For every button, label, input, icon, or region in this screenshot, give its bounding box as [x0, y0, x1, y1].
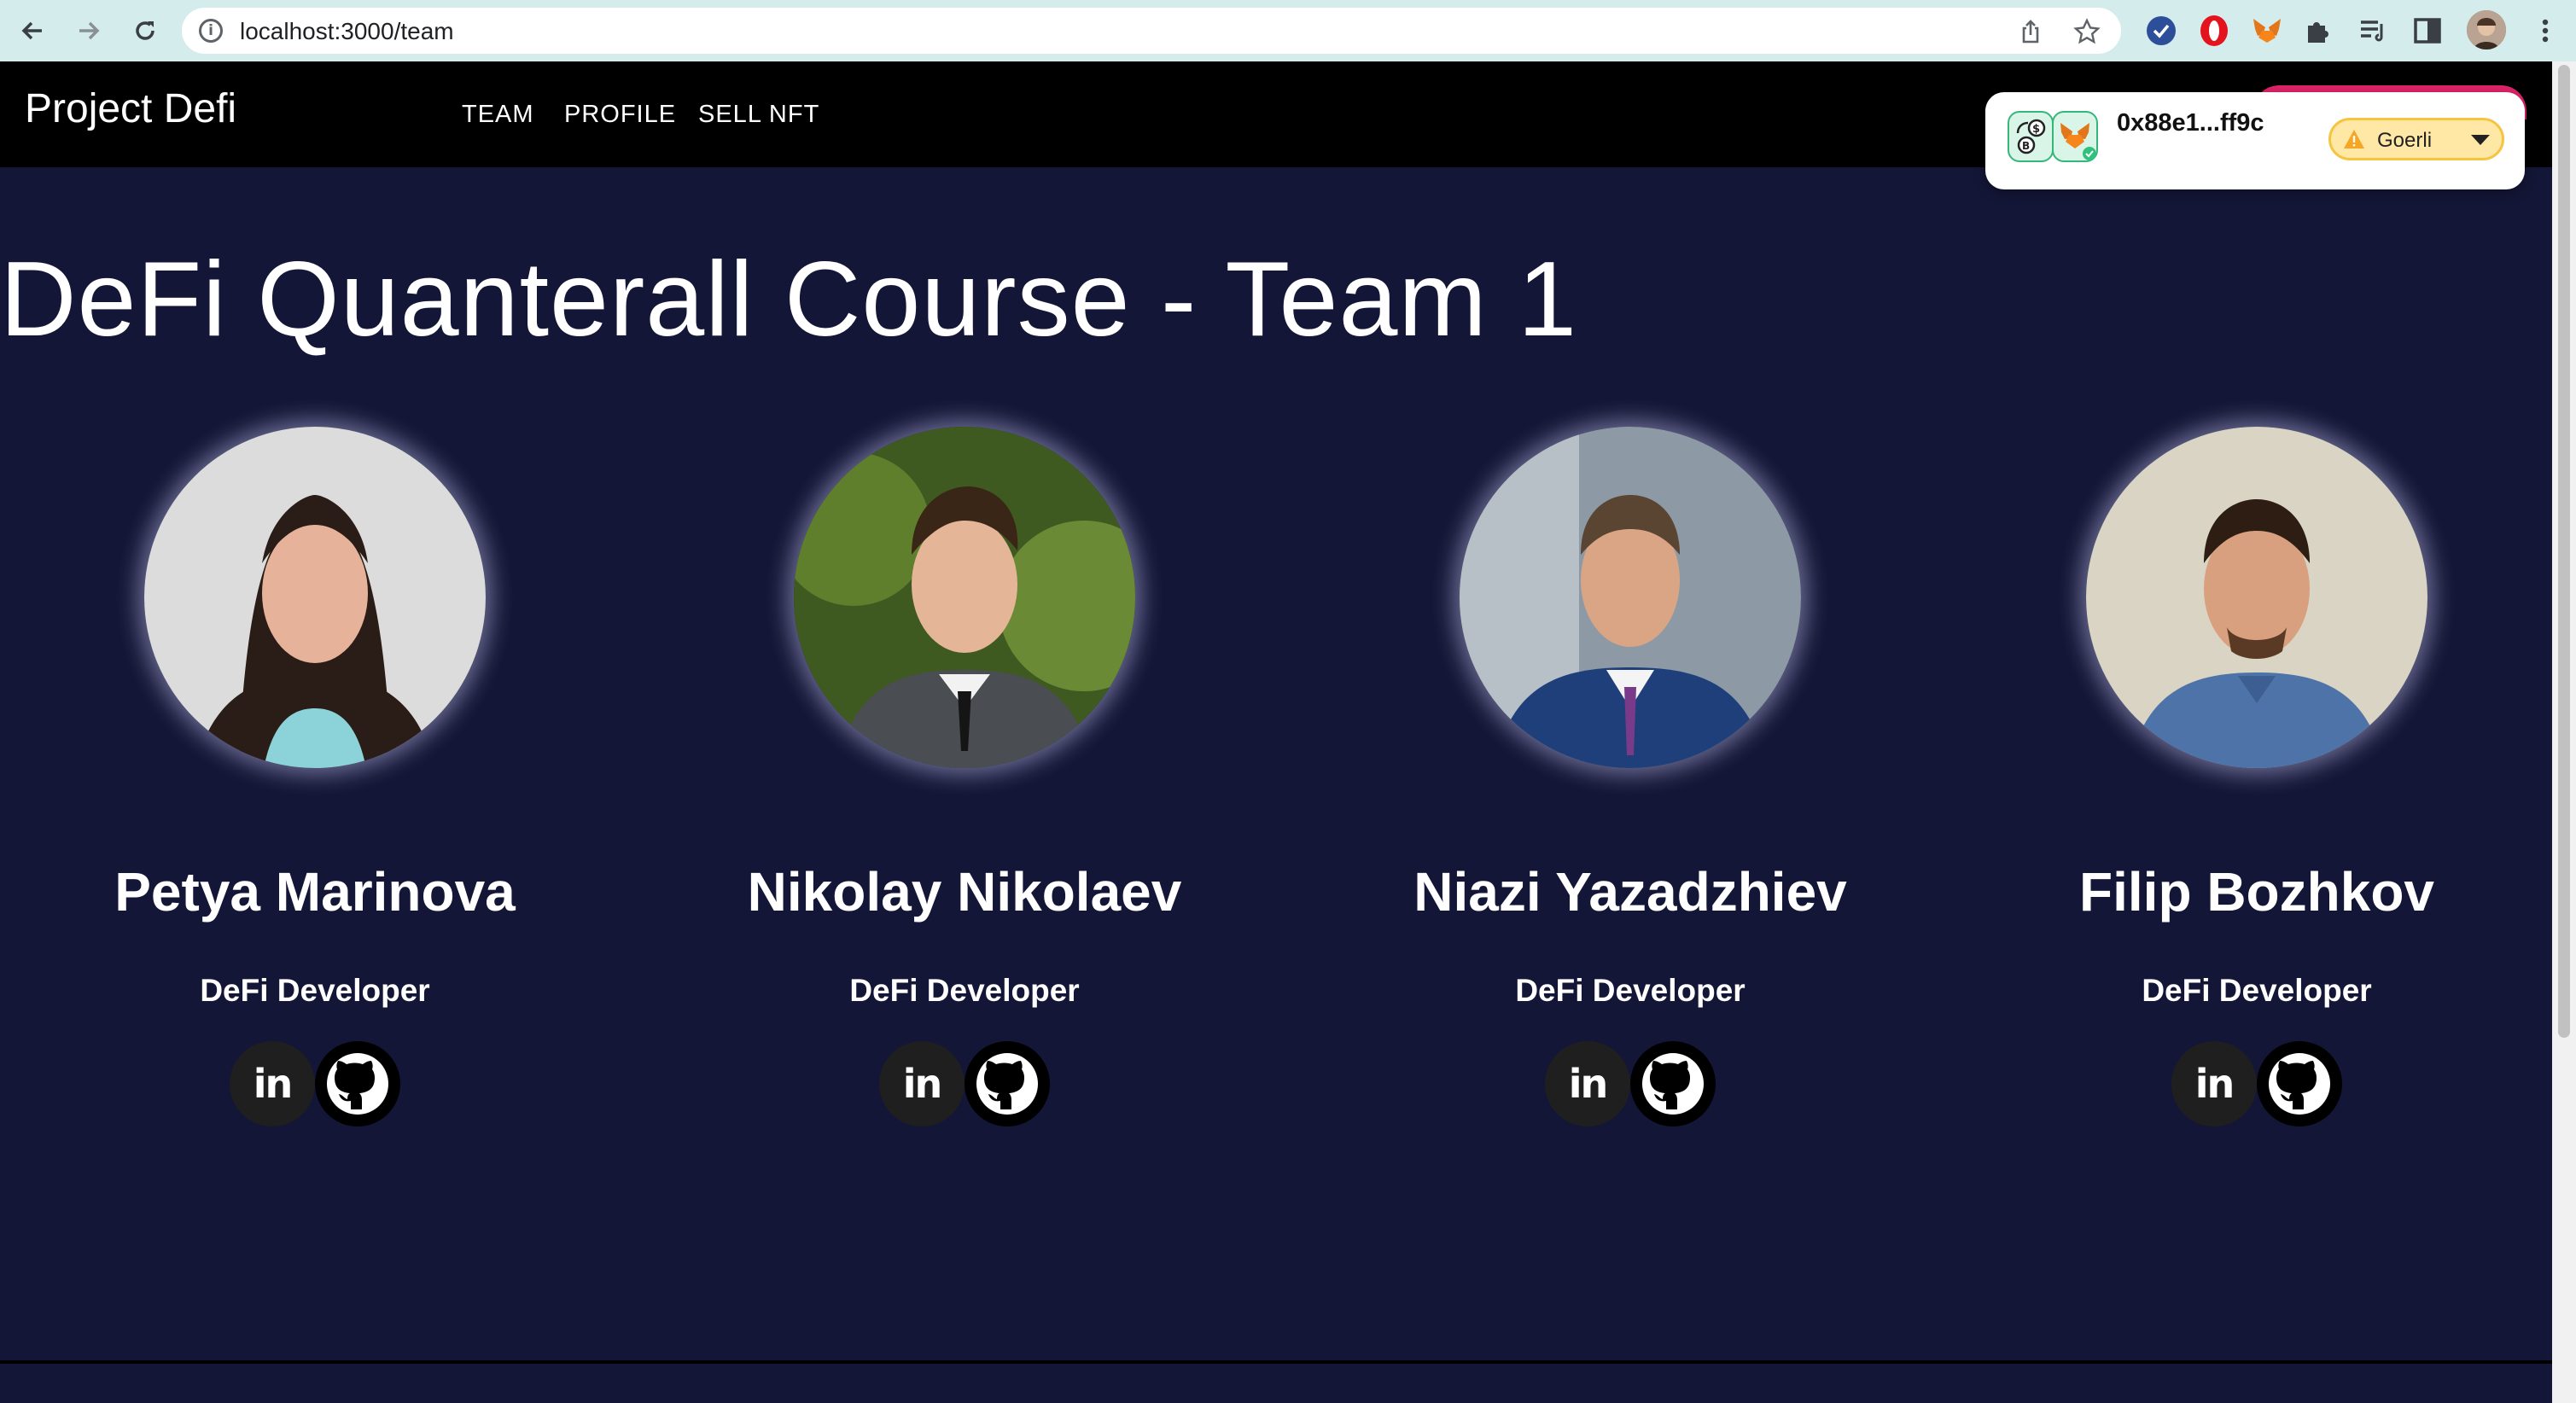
svg-text:$: $: [2032, 123, 2040, 136]
url-text: localhost:3000/team: [240, 18, 454, 44]
profile-avatar[interactable]: [2467, 10, 2506, 49]
team-member-card: Niazi Yazadzhiev DeFi Developer in: [1306, 427, 1955, 1126]
github-icon[interactable]: [1630, 1041, 1716, 1126]
side-panel-icon[interactable]: [2410, 14, 2445, 48]
linkedin-icon[interactable]: in: [879, 1041, 965, 1126]
site-info-icon[interactable]: [199, 19, 223, 43]
social-links: in: [2171, 1041, 2342, 1130]
chevron-down-icon: [2471, 135, 2490, 145]
member-role: DeFi Developer: [1515, 973, 1746, 1008]
svg-text:B: B: [2022, 140, 2030, 152]
network-selector[interactable]: Goerli: [2328, 118, 2504, 160]
browser-toolbar: localhost:3000/team: [0, 0, 2576, 61]
warning-icon: [2344, 130, 2364, 148]
address-bar[interactable]: localhost:3000/team: [182, 8, 2121, 54]
linkedin-icon[interactable]: in: [2171, 1041, 2257, 1126]
exchange-icon: $ B: [2008, 111, 2054, 162]
github-icon[interactable]: [315, 1041, 400, 1126]
metamask-fox-icon: [2052, 111, 2098, 162]
scrollbar-thumb[interactable]: [2558, 65, 2570, 1038]
member-role: DeFi Developer: [849, 973, 1080, 1008]
vertical-scrollbar[interactable]: [2552, 61, 2576, 1403]
github-icon[interactable]: [965, 1041, 1050, 1126]
github-icon[interactable]: [2257, 1041, 2342, 1126]
nav-team[interactable]: TEAM: [462, 101, 534, 129]
back-icon[interactable]: [14, 12, 51, 49]
member-name: Filip Bozhkov: [2079, 861, 2434, 923]
member-photo: [2086, 427, 2427, 768]
forward-icon[interactable]: [70, 12, 108, 49]
bookmark-star-icon[interactable]: [2073, 18, 2101, 45]
reload-icon[interactable]: [126, 12, 164, 49]
member-name: Niazi Yazadzhiev: [1413, 861, 1847, 923]
member-photo: [1460, 427, 1801, 768]
member-name: Petya Marinova: [114, 861, 516, 923]
member-photo: [794, 427, 1135, 768]
linkedin-icon[interactable]: in: [230, 1041, 315, 1126]
social-links: in: [879, 1041, 1050, 1130]
page: Project Defi TEAM PROFILE SELL NFT $ B 0x…: [0, 61, 2552, 1403]
extensions-puzzle-icon[interactable]: [2301, 14, 2335, 48]
brand-logo[interactable]: Project Defi: [25, 85, 236, 132]
footer-divider: [0, 1360, 2552, 1364]
team-member-card: Nikolay Nikolaev DeFi Developer in: [640, 427, 1289, 1126]
member-photo: [144, 427, 486, 768]
team-member-card: Petya Marinova DeFi Developer in: [0, 427, 639, 1126]
nav-profile[interactable]: PROFILE: [564, 101, 676, 129]
member-name: Nikolay Nikolaev: [747, 861, 1182, 923]
social-links: in: [1545, 1041, 1716, 1130]
linkedin-icon[interactable]: in: [1545, 1041, 1630, 1126]
network-label: Goerli: [2377, 129, 2433, 152]
wallet-popover[interactable]: $ B 0x88e1...ff9c Goerli: [1985, 92, 2525, 189]
member-role: DeFi Developer: [2142, 973, 2372, 1008]
member-role: DeFi Developer: [200, 973, 430, 1008]
extension-metamask-icon[interactable]: [2250, 14, 2284, 48]
team-member-card: Filip Bozhkov DeFi Developer in: [1932, 427, 2576, 1126]
page-title: DeFi Quanterall Course - Team 1: [0, 241, 1578, 358]
wallet-address: 0x88e1...ff9c: [2117, 109, 2264, 137]
extension-check-icon[interactable]: [2144, 14, 2178, 48]
nav-sell-nft[interactable]: SELL NFT: [698, 101, 819, 129]
social-links: in: [230, 1041, 400, 1130]
more-menu-icon[interactable]: [2528, 14, 2562, 48]
share-icon[interactable]: [2017, 18, 2044, 45]
reading-list-icon[interactable]: [2356, 14, 2390, 48]
extension-opera-icon[interactable]: [2197, 14, 2231, 48]
